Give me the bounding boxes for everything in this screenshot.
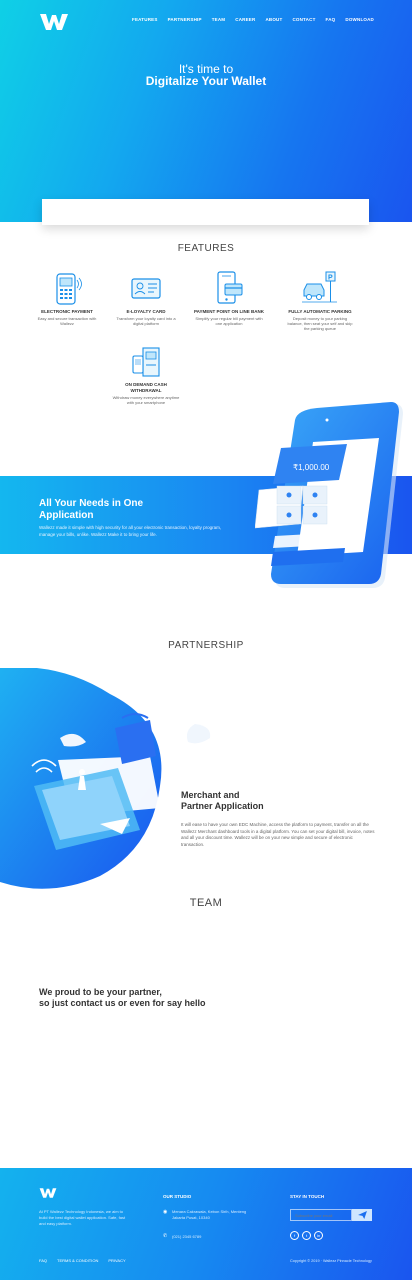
footer-link-terms[interactable]: TERMS & CONDITION — [57, 1258, 98, 1263]
app-band-title: All Your Needs in One Application — [39, 498, 144, 521]
nav-item-partnership[interactable]: PARTNERSHIP — [168, 17, 202, 22]
feature-title: Payment Point On Line Bank — [194, 309, 265, 314]
phone-mockup-illustration: ₹1,000.00 — [255, 402, 403, 588]
nav-item-about[interactable]: ABOUT — [265, 17, 282, 22]
feature-title: Electronic Payment — [41, 309, 93, 314]
subscribe-button[interactable] — [352, 1209, 372, 1221]
feature-title: Fully Automatic Parking — [288, 309, 352, 314]
feature-cash-withdrawal: On Demand Cash Withdrawal Withdraw money… — [111, 345, 181, 405]
feature-desc: Transform your loyalty card into a digit… — [116, 316, 176, 326]
nav-item-faq[interactable]: FAQ — [326, 17, 336, 22]
merchant-title-line2: Partner Application — [181, 800, 264, 811]
subscribe-email-input[interactable] — [290, 1209, 352, 1221]
partnership-illustration — [0, 668, 211, 889]
svg-text:P: P — [328, 275, 333, 282]
wallezz-logo[interactable] — [39, 12, 69, 32]
footer-address: Menara Cakrawala, Kebon Sirih, Menteng J… — [172, 1209, 247, 1220]
feature-desc: Deposit money to your parking balance, t… — [287, 316, 353, 331]
hero-card — [42, 199, 369, 225]
main-nav: FEATURES PARTNERSHIP TEAM CAREER ABOUT C… — [132, 17, 374, 22]
footer-link-faq[interactable]: FAQ — [39, 1258, 47, 1263]
app-band-text: Wallezz made it simple with high securit… — [39, 525, 222, 537]
feature-title: E-Loyalty Card — [126, 309, 166, 314]
facebook-icon[interactable]: f — [290, 1231, 299, 1240]
send-icon — [357, 1211, 367, 1219]
phone-balance: ₹1,000.00 — [293, 463, 330, 472]
footer-links: FAQ TERMS & CONDITION PRIVACY — [39, 1258, 126, 1263]
footer-link-privacy[interactable]: PRIVACY — [108, 1258, 125, 1263]
feature-title: On Demand Cash Withdrawal — [125, 382, 167, 393]
loyalty-card-icon — [131, 278, 161, 299]
phone-payment-icon — [217, 271, 243, 304]
parking-icon: P — [302, 271, 337, 303]
hero-banner — [0, 0, 412, 222]
atm-icon — [132, 347, 160, 377]
nav-item-features[interactable]: FEATURES — [132, 17, 158, 22]
footer-touch-heading: STAY IN TOUCH — [290, 1194, 325, 1199]
feature-desc: Easy and secure transaction with Wallezz — [37, 316, 97, 326]
footer-copyright: Copyright © 2019 · Wallezz Pinnacle Tech… — [290, 1259, 372, 1263]
feature-electronic-payment: Electronic Payment Easy and secure trans… — [32, 270, 102, 326]
features-title: FEATURES — [177, 243, 235, 254]
partnership-title: PARTNERSHIP — [168, 640, 244, 651]
merchant-title-line1: Merchant and — [181, 790, 240, 800]
linkedin-icon[interactable]: in — [314, 1231, 323, 1240]
nav-item-team[interactable]: TEAM — [212, 17, 226, 22]
phone-icon: ✆ — [163, 1233, 168, 1239]
footer-phone: (021) 2345 6789 — [172, 1234, 202, 1239]
footer-about: At PT Wallezz Technology Indonesia, we a… — [39, 1209, 126, 1226]
feature-desc: Simplify your regular bill payment with … — [195, 316, 263, 326]
contact-invite-line2: so just contact us or even for say hello — [39, 998, 206, 1008]
contact-invite-line1: We proud to be your partner, — [39, 987, 162, 997]
footer-studio-heading: OUR STUDIO — [163, 1194, 192, 1199]
feature-desc: Withdraw money everywhere anytime with y… — [112, 395, 180, 405]
merchant-title: Merchant and Partner Application — [181, 790, 264, 811]
twitter-icon[interactable]: t — [302, 1231, 311, 1240]
feature-ppob: Payment Point On Line Bank Simplify your… — [194, 270, 264, 326]
pos-terminal-icon — [56, 273, 82, 305]
hero-title: Digitalize Your Wallet — [145, 74, 267, 88]
nav-item-download[interactable]: DOWNLOAD — [345, 17, 374, 22]
merchant-text: It will ease to have your own EDC Machin… — [181, 822, 375, 847]
location-pin-icon: ◉ — [163, 1209, 168, 1215]
nav-item-contact[interactable]: CONTACT — [292, 17, 315, 22]
nav-item-career[interactable]: CAREER — [235, 17, 255, 22]
social-links: f t in — [290, 1231, 323, 1240]
feature-parking: P Fully Automatic Parking Deposit money … — [285, 270, 355, 331]
feature-loyalty-card: E-Loyalty Card Transform your loyalty ca… — [111, 270, 181, 326]
team-title: TEAM — [189, 897, 223, 909]
footer-logo[interactable] — [39, 1187, 57, 1199]
contact-invite: We proud to be your partner, so just con… — [39, 987, 279, 1009]
